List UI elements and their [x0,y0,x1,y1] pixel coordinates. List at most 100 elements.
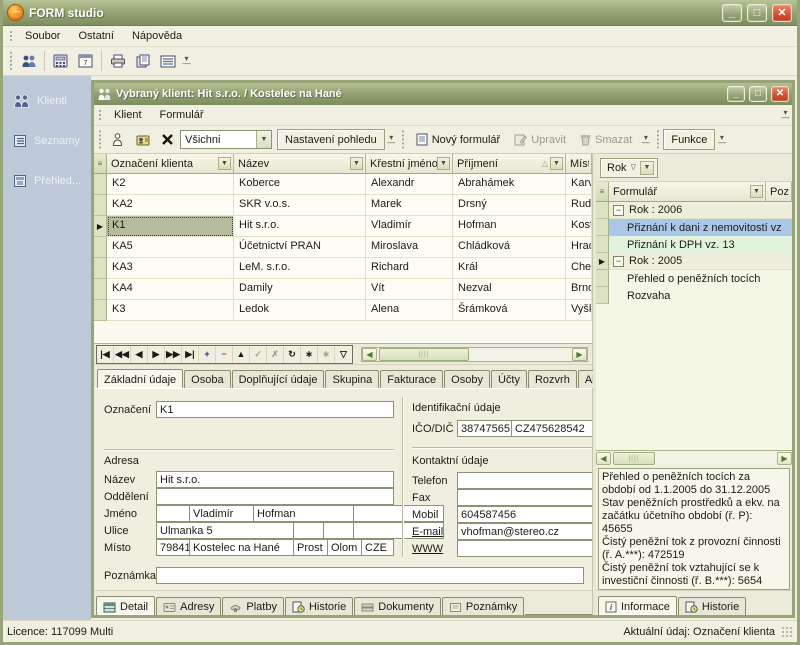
new-form-button[interactable]: Nový formulář [409,129,507,151]
sidebar-item-prehled[interactable]: Přehled... [3,168,91,194]
jmeno-title-input[interactable] [156,505,190,522]
cell[interactable]: Marek [366,195,453,216]
cell[interactable]: Miroslava [366,237,453,258]
cell[interactable]: Ledok [234,300,366,321]
tab-osoba[interactable]: Osoba [184,370,230,388]
person-button[interactable] [105,128,130,152]
okres-input[interactable]: Prost [294,539,328,556]
table-row[interactable]: KA4 Damily Vít Nezval Brno [94,279,592,300]
tab-rozvrh[interactable]: Rozvrh [528,370,577,388]
row-indicator[interactable] [94,174,107,195]
toolbar-overflow-icon[interactable]: ▾— [715,129,728,151]
cell[interactable]: K3 [107,300,234,321]
nav-filter-icon[interactable]: ▽ [335,346,352,363]
tree-item-row[interactable]: Rozvaha [596,287,792,304]
clients-button[interactable] [16,49,41,73]
misto-input[interactable]: Kostelec na Hané [190,539,294,556]
tab-doplnujici-udaje[interactable]: Doplňující údaje [232,370,325,388]
toolbar-grip[interactable] [8,29,13,43]
scroll-thumb[interactable]: |||| [613,452,655,465]
column-header-formular[interactable]: Formulář ▼ [609,182,766,202]
psc-input[interactable]: 79841 [156,539,190,556]
row-indicator[interactable] [596,202,609,219]
column-header-nazev[interactable]: Název ▼ [234,154,366,174]
group-by-rok-button[interactable]: Rok ∇ ▼ [600,158,658,178]
forms-button[interactable]: 7 [73,49,98,73]
filter-dropdown-icon[interactable]: ▼ [640,161,654,175]
tree-group-row[interactable]: − Rok : 2006 [596,202,792,219]
menu-napoveda[interactable]: Nápověda [123,28,191,44]
nav-next-icon[interactable]: ▶ [148,346,165,363]
tab-fakturace[interactable]: Fakturace [380,370,443,388]
sidebar-item-klienti[interactable]: Klienti [3,88,91,114]
chevron-down-icon[interactable]: ▼ [256,131,271,148]
tab-detail[interactable]: Detail [96,596,155,615]
nav-post-icon[interactable]: ✓ [250,346,267,363]
cell[interactable]: Cheb [566,258,592,279]
menu-ostatni[interactable]: Ostatní [69,28,122,44]
kraj-input[interactable]: Olom [328,539,362,556]
cell[interactable]: Brno [566,279,592,300]
nav-last-icon[interactable]: ▶| [182,346,199,363]
column-header-misto[interactable]: Místo [566,154,592,174]
close-button[interactable]: ✕ [772,4,792,22]
cell[interactable]: Vladimír [366,216,453,237]
table-row[interactable]: KA2 SKR v.o.s. Marek Drsný Rudn [94,195,592,216]
grid-corner-icon[interactable]: ≡ [94,154,107,174]
toolbar-grip[interactable] [401,130,406,149]
www-link[interactable]: WWW [412,543,443,555]
nav-fast-prev-icon[interactable]: ◀◀ [114,346,131,363]
cell[interactable]: Hrad [566,237,592,258]
cell[interactable]: Účetnictví PRAN [234,237,366,258]
calculator-button[interactable] [48,49,73,73]
sidebar-item-seznamy[interactable]: Seznamy [3,128,91,154]
tab-poznamky[interactable]: Poznámky [442,597,524,615]
table-row[interactable]: KA3 LeM. s.r.o. Richard Král Cheb [94,258,592,279]
oznaceni-input[interactable]: K1 [156,401,394,418]
column-header-krestni-jmeno[interactable]: Křestní jméno ▼ [366,154,453,174]
cell[interactable]: Vít [366,279,453,300]
ico-input[interactable]: 38747565 [457,420,512,437]
row-indicator[interactable]: ▶ [596,253,609,270]
person-card-button[interactable] [130,128,155,152]
nav-goto-bookmark-icon[interactable]: ∗ [318,346,335,363]
filter-dropdown-icon[interactable]: ▼ [750,185,763,198]
toolbar-grip[interactable] [97,108,102,122]
delete-button[interactable]: Smazat [573,129,639,151]
jmeno-first-input[interactable]: Vladimír [190,505,254,522]
row-indicator[interactable]: ▶ [94,216,107,237]
ulice-extra2-input[interactable] [324,522,354,539]
cell[interactable]: Chládková [453,237,566,258]
nav-insert-icon[interactable]: + [199,346,216,363]
person-delete-button[interactable] [155,128,180,152]
poznamka-input[interactable] [156,567,584,584]
toolbar-grip[interactable] [8,51,13,71]
cell[interactable]: Rudn [566,195,592,216]
cell[interactable]: Vyšk [566,300,592,321]
tab-skupina[interactable]: Skupina [325,370,379,388]
print-button[interactable] [105,49,130,73]
row-indicator[interactable] [596,236,609,253]
menu-klient[interactable]: Klient [105,107,151,123]
tab-osoby[interactable]: Osoby [444,370,490,388]
table-row[interactable]: K2 Koberce Alexandr Abrahámek Karv [94,174,592,195]
row-indicator[interactable] [94,300,107,321]
mobil-input[interactable]: 604587456 [457,506,592,523]
collapse-icon[interactable]: − [613,256,624,267]
client-close-button[interactable]: ✕ [771,86,789,102]
cell[interactable]: Karv [566,174,592,195]
scroll-right-icon[interactable]: ▶ [572,348,587,361]
fax-input[interactable] [457,489,592,506]
cell[interactable]: LeM. s.r.o. [234,258,366,279]
nav-prev-icon[interactable]: ◀ [131,346,148,363]
row-indicator[interactable] [94,195,107,216]
column-header-poznamka[interactable]: Poz [766,182,792,202]
cell[interactable]: Damily [234,279,366,300]
nav-refresh-icon[interactable]: ↻ [284,346,301,363]
cell[interactable]: Král [453,258,566,279]
filter-dropdown-icon[interactable]: ▼ [350,157,363,170]
row-indicator[interactable] [94,237,107,258]
cell[interactable]: K2 [107,174,234,195]
nav-cancel-icon[interactable]: ✗ [267,346,284,363]
scroll-right-icon[interactable]: ▶ [777,452,792,465]
